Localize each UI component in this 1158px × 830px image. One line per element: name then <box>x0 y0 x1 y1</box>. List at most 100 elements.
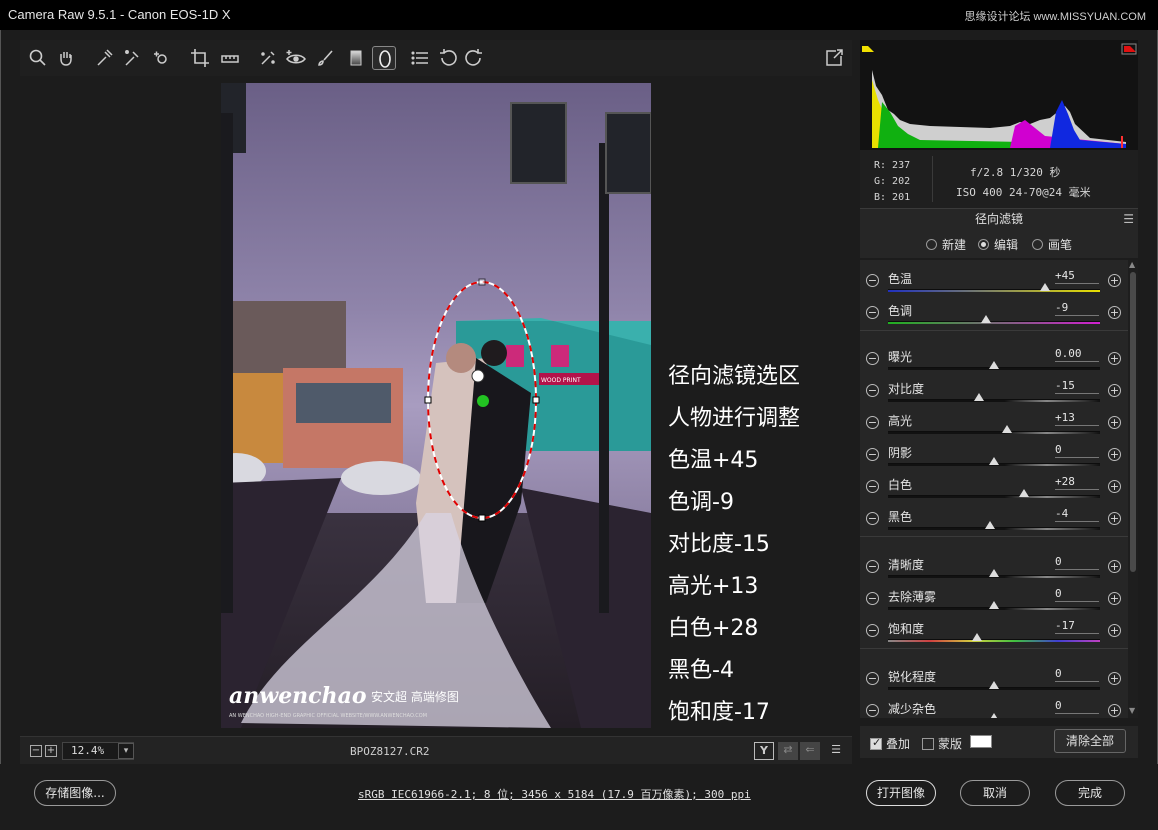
mode-brush[interactable]: 画笔 <box>1032 236 1072 253</box>
slider-value-field[interactable]: 0 <box>1055 667 1099 682</box>
adjustment-brush-icon[interactable] <box>314 46 338 70</box>
increase-icon[interactable]: + <box>1108 448 1121 461</box>
slider-thumb[interactable] <box>984 521 995 529</box>
workflow-options-link[interactable]: sRGB IEC61966-2.1; 8 位; 3456 x 5184 (17.… <box>358 786 751 802</box>
graduated-filter-icon[interactable] <box>344 46 368 70</box>
slider-value-field[interactable]: +45 <box>1055 269 1099 284</box>
overlay-line: 黑色-4 <box>668 658 734 683</box>
slider-thumb[interactable] <box>989 457 999 465</box>
increase-icon[interactable]: + <box>1108 352 1121 365</box>
increase-icon[interactable]: + <box>1108 592 1121 605</box>
chevron-down-icon[interactable]: ▾ <box>118 743 134 759</box>
slider-track[interactable] <box>888 431 1100 434</box>
slider-thumb[interactable] <box>972 633 983 641</box>
clear-all-button[interactable]: 清除全部 <box>1054 729 1126 753</box>
toolbar <box>20 40 852 76</box>
decrease-icon[interactable]: − <box>866 274 879 287</box>
decrease-icon[interactable]: − <box>866 384 879 397</box>
mode-edit[interactable]: 编辑 <box>978 236 1018 253</box>
open-preferences-icon[interactable] <box>822 46 846 70</box>
zoom-out-button[interactable]: − <box>30 745 42 757</box>
decrease-icon[interactable]: − <box>866 592 879 605</box>
slider-thumb[interactable] <box>989 361 999 369</box>
slider-value-field[interactable]: 0 <box>1055 699 1099 714</box>
decrease-icon[interactable]: − <box>866 448 879 461</box>
mask-color-swatch[interactable] <box>970 735 992 748</box>
image-canvas[interactable]: anwenchao 安文超 高端修图 AN WENCHAO HIGH-END G… <box>20 76 852 736</box>
decrease-icon[interactable]: − <box>866 704 879 717</box>
increase-icon[interactable]: + <box>1108 512 1121 525</box>
slider-track[interactable] <box>888 495 1100 498</box>
radial-filter-icon[interactable] <box>372 46 396 70</box>
toggle-settings-icon[interactable]: ☰ <box>826 742 846 760</box>
slider-thumb[interactable] <box>1039 283 1050 291</box>
slider-thumb[interactable] <box>980 315 991 323</box>
presets-list-icon[interactable] <box>408 46 432 70</box>
before-after-view-icon[interactable]: Y <box>754 742 774 760</box>
increase-icon[interactable]: + <box>1108 384 1121 397</box>
swap-settings-icon[interactable]: ⇄ <box>778 742 798 760</box>
slider-track[interactable] <box>888 289 1100 292</box>
rotate-left-icon[interactable] <box>436 46 460 70</box>
slider-value-field[interactable]: 0.00 <box>1055 347 1099 362</box>
panel-menu-icon[interactable]: ☰ <box>1123 209 1134 229</box>
photo-preview[interactable]: anwenchao 安文超 高端修图 AN WENCHAO HIGH-END G… <box>221 83 651 728</box>
done-button[interactable]: 完成 <box>1055 780 1125 806</box>
slider-thumb[interactable] <box>989 681 999 689</box>
slider-thumb[interactable] <box>989 713 999 718</box>
targeted-adjust-icon[interactable] <box>150 46 174 70</box>
increase-icon[interactable]: + <box>1108 480 1121 493</box>
increase-icon[interactable]: + <box>1108 560 1121 573</box>
color-sampler-icon[interactable] <box>120 46 144 70</box>
slider-value-field[interactable]: +13 <box>1055 411 1099 426</box>
slider-value-field[interactable]: -9 <box>1055 301 1099 316</box>
white-balance-icon[interactable] <box>92 46 116 70</box>
decrease-icon[interactable]: − <box>866 306 879 319</box>
increase-icon[interactable]: + <box>1108 274 1121 287</box>
slider-value-field[interactable]: 0 <box>1055 587 1099 602</box>
decrease-icon[interactable]: − <box>866 416 879 429</box>
save-image-button[interactable]: 存储图像... <box>34 780 116 806</box>
open-image-button[interactable]: 打开图像 <box>866 780 936 806</box>
scrollbar-thumb[interactable] <box>1130 272 1136 572</box>
red-eye-icon[interactable] <box>284 46 308 70</box>
increase-icon[interactable]: + <box>1108 672 1121 685</box>
overlay-checkbox[interactable]: 叠加 <box>870 735 910 752</box>
slider-track[interactable] <box>888 639 1100 642</box>
mode-new[interactable]: 新建 <box>926 236 966 253</box>
slider-thumb[interactable] <box>974 393 985 401</box>
slider-value-field[interactable]: -4 <box>1055 507 1099 522</box>
straighten-icon[interactable] <box>218 46 242 70</box>
mask-checkbox[interactable]: 蒙版 <box>922 735 962 752</box>
increase-icon[interactable]: + <box>1108 416 1121 429</box>
increase-icon[interactable]: + <box>1108 306 1121 319</box>
decrease-icon[interactable]: − <box>866 480 879 493</box>
slider-thumb[interactable] <box>1018 489 1029 497</box>
hand-icon[interactable] <box>54 46 78 70</box>
cancel-button[interactable]: 取消 <box>960 780 1030 806</box>
decrease-icon[interactable]: − <box>866 624 879 637</box>
slider-value-field[interactable]: +28 <box>1055 475 1099 490</box>
slider-value-field[interactable]: -15 <box>1055 379 1099 394</box>
spot-removal-icon[interactable] <box>256 46 280 70</box>
zoom-icon[interactable] <box>26 46 50 70</box>
increase-icon[interactable]: + <box>1108 704 1121 717</box>
slider-thumb[interactable] <box>989 601 999 609</box>
decrease-icon[interactable]: − <box>866 672 879 685</box>
slider-thumb[interactable] <box>1001 425 1012 433</box>
slider-value-field[interactable]: -17 <box>1055 619 1099 634</box>
slider-value-field[interactable]: 0 <box>1055 443 1099 458</box>
rotate-right-icon[interactable] <box>462 46 486 70</box>
increase-icon[interactable]: + <box>1108 624 1121 637</box>
slider-thumb[interactable] <box>989 569 999 577</box>
copy-settings-icon[interactable]: ⇐ <box>800 742 820 760</box>
slider-track[interactable] <box>888 399 1100 402</box>
decrease-icon[interactable]: − <box>866 560 879 573</box>
zoom-in-button[interactable]: + <box>45 745 57 757</box>
decrease-icon[interactable]: − <box>866 512 879 525</box>
slider-track[interactable] <box>888 321 1100 324</box>
slider-value-field[interactable]: 0 <box>1055 555 1099 570</box>
decrease-icon[interactable]: − <box>866 352 879 365</box>
crop-icon[interactable] <box>188 46 212 70</box>
panel-scrollbar[interactable]: ▲ ▼ <box>1128 260 1138 718</box>
